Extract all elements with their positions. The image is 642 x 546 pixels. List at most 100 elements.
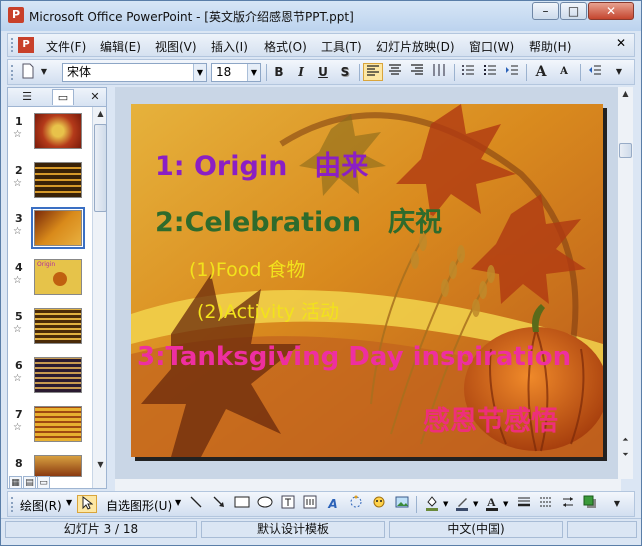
scrollbar-thumb[interactable]: [619, 143, 632, 158]
scrollbar-thumb[interactable]: [94, 124, 107, 212]
slide-sorter-view-icon[interactable]: ▤: [23, 476, 36, 489]
shadow-style-icon[interactable]: [580, 495, 600, 513]
slide-thumbnail-7[interactable]: 7 ☆: [8, 404, 94, 450]
line-color-dropdown-icon[interactable]: ▼: [473, 500, 478, 508]
arrow-style-icon[interactable]: [558, 495, 578, 513]
fill-color-icon[interactable]: [422, 495, 442, 513]
drawbar-overflow-icon[interactable]: ▼: [610, 495, 624, 513]
slide-thumbnail-6[interactable]: 6 ☆: [8, 355, 94, 401]
autoshapes-dropdown-icon[interactable]: ▼: [175, 498, 181, 507]
align-right-icon[interactable]: [407, 63, 427, 81]
design-template-status[interactable]: 默认设计模板: [201, 521, 385, 538]
maximize-button[interactable]: □: [560, 2, 587, 20]
slide-text-activity[interactable]: (2)Activity 活动: [197, 297, 339, 324]
new-document-icon[interactable]: [18, 63, 38, 81]
thumbnails-scrollbar[interactable]: ▲ ▼: [92, 107, 107, 488]
toolbar-separator: [416, 496, 417, 513]
scroll-up-icon[interactable]: ▲: [94, 107, 107, 121]
line-color-icon[interactable]: [452, 495, 472, 513]
minimize-button[interactable]: –: [532, 2, 559, 20]
thumbnail-image: [34, 308, 82, 344]
dash-style-icon[interactable]: [536, 495, 556, 513]
menu-format[interactable]: 格式(O): [264, 38, 307, 55]
line-style-icon[interactable]: [514, 495, 534, 513]
diagram-icon[interactable]: [346, 495, 366, 513]
slide-thumbnail-2[interactable]: 2 ☆: [8, 160, 94, 206]
close-button[interactable]: ✕: [588, 2, 634, 20]
draw-menu-button[interactable]: 绘图(R): [20, 497, 62, 514]
menu-tools[interactable]: 工具(T): [321, 38, 362, 55]
draw-menu-dropdown-icon[interactable]: ▼: [66, 498, 72, 507]
shrink-font-button[interactable]: A: [554, 63, 574, 81]
italic-button[interactable]: I: [291, 63, 311, 81]
menu-edit[interactable]: 编辑(E): [100, 38, 141, 55]
pane-close-button[interactable]: ✕: [84, 89, 106, 105]
oval-tool-icon[interactable]: [255, 495, 275, 513]
slide-thumbnail-1[interactable]: 1 ☆: [8, 111, 94, 157]
rectangle-tool-icon[interactable]: [232, 495, 252, 513]
font-size-dropdown-icon[interactable]: ▼: [247, 64, 260, 81]
menu-help[interactable]: 帮助(H): [529, 38, 571, 55]
menu-slideshow[interactable]: 幻灯片放映(D): [376, 38, 455, 55]
slide-vertical-scrollbar[interactable]: ▲ ⏶ ⏷: [617, 87, 633, 479]
slide-text-food[interactable]: (1)Food 食物: [189, 255, 306, 282]
menu-view[interactable]: 视图(V): [155, 38, 197, 55]
language-status[interactable]: 中文(中国): [389, 521, 563, 538]
menubar-close-doc-icon[interactable]: ✕: [616, 36, 626, 50]
bold-button[interactable]: B: [269, 63, 289, 81]
toolbar-overflow-icon[interactable]: ▼: [612, 63, 626, 81]
arrow-tool-icon[interactable]: [209, 495, 229, 513]
font-color-dropdown-icon[interactable]: ▼: [503, 500, 508, 508]
numbering-icon[interactable]: [458, 63, 478, 81]
slide-text-inspiration[interactable]: 3:Tanksgiving Day inspiration: [137, 342, 571, 372]
toolbar-options-icon[interactable]: ▼: [38, 63, 50, 81]
slide-text-celebration[interactable]: 2:Celebration 庆祝: [155, 200, 442, 239]
powerpoint-app-icon[interactable]: P: [8, 7, 24, 23]
bullets-icon[interactable]: [480, 63, 500, 81]
scroll-up-icon[interactable]: ▲: [619, 87, 632, 101]
normal-view-icon[interactable]: ▦: [9, 476, 22, 489]
slide-thumbnail-3[interactable]: 3 ☆: [8, 207, 94, 254]
slide-horizontal-scrollbar[interactable]: [115, 479, 621, 491]
autoshapes-button[interactable]: 自选图形(U): [106, 497, 172, 514]
current-slide[interactable]: 1: Origin 由来 2:Celebration 庆祝 (1)Food 食物…: [131, 104, 603, 457]
align-center-icon[interactable]: [385, 63, 405, 81]
text-shadow-button[interactable]: S: [335, 63, 355, 81]
font-name-combo[interactable]: 宋体 ▼: [62, 63, 207, 82]
toolbar-separator: [454, 64, 455, 81]
align-left-icon[interactable]: [363, 63, 383, 81]
slide-thumbnail-4[interactable]: 4 ☆ Origin: [8, 257, 94, 303]
menu-file[interactable]: 文件(F): [46, 38, 86, 55]
previous-slide-icon[interactable]: ⏶: [619, 433, 632, 447]
scroll-down-icon[interactable]: ▼: [94, 458, 107, 472]
toolbar-grip[interactable]: [11, 65, 16, 80]
insert-picture-icon[interactable]: [392, 495, 412, 513]
outline-tab-icon[interactable]: ☰: [16, 89, 38, 105]
fill-color-dropdown-icon[interactable]: ▼: [443, 500, 448, 508]
toolbar-grip[interactable]: [11, 497, 16, 512]
menu-window[interactable]: 窗口(W): [469, 38, 514, 55]
slide-text-chinese-inspiration[interactable]: 感恩节感悟: [423, 399, 558, 438]
slide-thumbnail-5[interactable]: 5 ☆: [8, 306, 94, 352]
slides-tab-icon[interactable]: ▭: [52, 89, 74, 105]
select-objects-icon[interactable]: [77, 495, 97, 513]
font-name-dropdown-icon[interactable]: ▼: [193, 64, 206, 81]
font-color-icon[interactable]: A: [482, 495, 502, 513]
menubar-grip[interactable]: [11, 38, 16, 52]
slideshow-view-icon[interactable]: ▭: [37, 476, 50, 489]
clip-art-icon[interactable]: [369, 495, 389, 513]
line-tool-icon[interactable]: [186, 495, 206, 513]
slide-text-origin[interactable]: 1: Origin 由来: [155, 144, 368, 183]
increase-indent-icon[interactable]: [502, 63, 522, 81]
document-icon[interactable]: P: [18, 37, 34, 53]
distribute-columns-icon[interactable]: [429, 63, 449, 81]
decrease-indent-icon[interactable]: [585, 63, 605, 81]
text-box-icon[interactable]: [278, 495, 298, 513]
vertical-text-box-icon[interactable]: [300, 495, 320, 513]
next-slide-icon[interactable]: ⏷: [619, 448, 632, 462]
wordart-icon[interactable]: A: [323, 495, 343, 513]
menu-insert[interactable]: 插入(I): [211, 38, 248, 55]
underline-button[interactable]: U: [313, 63, 333, 81]
font-size-combo[interactable]: 18 ▼: [211, 63, 261, 82]
grow-font-button[interactable]: A: [531, 63, 551, 81]
